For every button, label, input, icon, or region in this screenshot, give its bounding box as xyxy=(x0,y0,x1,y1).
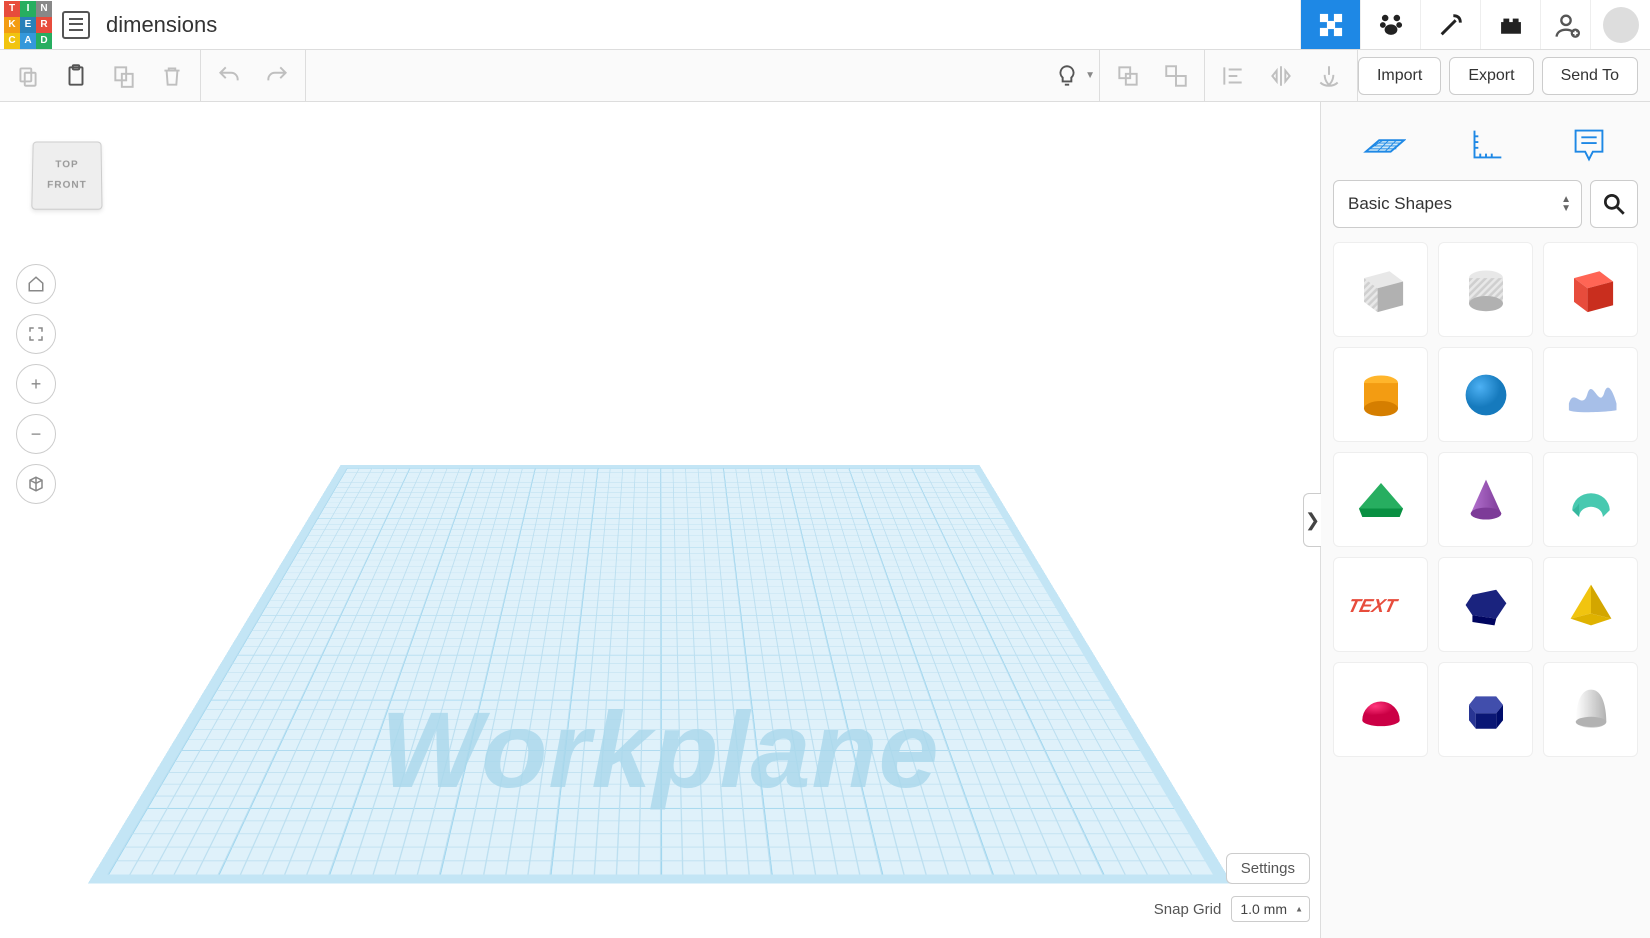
paste-button[interactable] xyxy=(52,54,100,98)
grid-icon xyxy=(1317,11,1345,39)
viewcube-top-label: TOP xyxy=(55,160,78,171)
ungroup-button[interactable] xyxy=(1152,54,1200,98)
group-button[interactable] xyxy=(1104,54,1152,98)
shape-text[interactable]: TEXT xyxy=(1333,557,1428,652)
workplane-grid[interactable] xyxy=(88,465,1232,883)
shape-hex-prism[interactable] xyxy=(1438,662,1533,757)
ruler-tab-icon xyxy=(1463,121,1509,167)
select-arrows-icon: ▲▼ xyxy=(1561,195,1571,213)
trash-icon xyxy=(159,63,185,89)
shape-scribble[interactable] xyxy=(1543,347,1638,442)
shape-pyramid[interactable] xyxy=(1543,557,1638,652)
paw-icon xyxy=(1377,11,1405,39)
shape-category-select[interactable]: Basic Shapes ▲▼ xyxy=(1333,180,1582,228)
shape-half-sphere[interactable] xyxy=(1333,662,1428,757)
dropdown-caret: ▼ xyxy=(1085,70,1095,81)
tab-workplane[interactable] xyxy=(1355,116,1411,172)
pickaxe-icon xyxy=(1437,11,1465,39)
plus-icon: + xyxy=(31,374,42,395)
import-button[interactable]: Import xyxy=(1358,57,1441,95)
shape-box-red[interactable] xyxy=(1543,242,1638,337)
svg-text:TEXT: TEXT xyxy=(1347,596,1400,617)
app-header: TIN KER CAD dimensions xyxy=(0,0,1650,50)
export-button[interactable]: Export xyxy=(1449,57,1533,95)
invite-user-button[interactable] xyxy=(1540,0,1590,49)
workplane-container: Workplane xyxy=(145,290,1175,850)
duplicate-button[interactable] xyxy=(100,54,148,98)
home-view-button[interactable] xyxy=(16,264,56,304)
view-cube[interactable]: TOP FRONT xyxy=(32,140,112,226)
shape-category-label: Basic Shapes xyxy=(1348,194,1452,214)
undo-button[interactable] xyxy=(205,54,253,98)
cruise-icon xyxy=(1316,63,1342,89)
settings-button[interactable]: Settings xyxy=(1226,853,1310,884)
shape-paraboloid[interactable] xyxy=(1543,662,1638,757)
shape-sphere[interactable] xyxy=(1438,347,1533,442)
user-plus-icon xyxy=(1552,11,1580,39)
mirror-button[interactable] xyxy=(1257,54,1305,98)
document-title[interactable]: dimensions xyxy=(106,12,217,38)
header-mode-switch xyxy=(1300,0,1650,49)
shape-cone[interactable] xyxy=(1438,452,1533,547)
search-icon xyxy=(1601,191,1627,217)
redo-icon xyxy=(264,63,290,89)
mode-bricks[interactable] xyxy=(1480,0,1540,49)
fit-view-button[interactable] xyxy=(16,314,56,354)
send-to-button[interactable]: Send To xyxy=(1542,57,1638,95)
undo-icon xyxy=(216,63,242,89)
ortho-view-button[interactable] xyxy=(16,464,56,504)
align-button[interactable] xyxy=(1209,54,1257,98)
duplicate-icon xyxy=(111,63,137,89)
viewcube-front-label: FRONT xyxy=(47,180,87,191)
delete-button[interactable] xyxy=(148,54,196,98)
redo-button[interactable] xyxy=(253,54,301,98)
shape-grid: TEXT xyxy=(1321,238,1650,938)
zoom-out-button[interactable]: − xyxy=(16,414,56,454)
panel-tabs xyxy=(1321,102,1650,180)
snap-grid-row: Snap Grid 1.0 mm xyxy=(1154,896,1310,922)
user-avatar[interactable] xyxy=(1590,0,1650,49)
design-list-icon[interactable] xyxy=(62,11,90,39)
main-toolbar: ▼ Import Export Send To xyxy=(0,50,1650,102)
snap-grid-label: Snap Grid xyxy=(1154,901,1222,918)
brick-icon xyxy=(1497,11,1525,39)
shape-cylinder-hole[interactable] xyxy=(1438,242,1533,337)
copy-icon xyxy=(15,63,41,89)
mode-3d-design[interactable] xyxy=(1300,0,1360,49)
fit-icon xyxy=(27,325,45,343)
ungroup-icon xyxy=(1163,63,1189,89)
mode-codeblocks[interactable] xyxy=(1420,0,1480,49)
paste-icon xyxy=(63,63,89,89)
mirror-icon xyxy=(1268,63,1294,89)
shape-search-button[interactable] xyxy=(1590,180,1638,228)
zoom-in-button[interactable]: + xyxy=(16,364,56,404)
mode-circuits[interactable] xyxy=(1360,0,1420,49)
note-tab-icon xyxy=(1566,121,1612,167)
shape-box-hole[interactable] xyxy=(1333,242,1428,337)
tinkercad-logo[interactable]: TIN KER CAD xyxy=(4,1,52,49)
snap-grid-select[interactable]: 1.0 mm xyxy=(1231,896,1310,922)
canvas-viewport[interactable]: Workplane xyxy=(0,102,1320,938)
visibility-button[interactable] xyxy=(1043,54,1091,98)
cube-icon xyxy=(27,475,45,493)
tab-notes[interactable] xyxy=(1561,116,1617,172)
shape-roof[interactable] xyxy=(1333,452,1428,547)
shape-cylinder[interactable] xyxy=(1333,347,1428,442)
group-icon xyxy=(1115,63,1141,89)
bulb-icon xyxy=(1054,63,1080,89)
copy-button[interactable] xyxy=(4,54,52,98)
workplane-tab-icon xyxy=(1360,121,1406,167)
panel-collapse-handle[interactable]: ❯ xyxy=(1303,493,1321,547)
cruise-button[interactable] xyxy=(1305,54,1353,98)
home-icon xyxy=(27,275,45,293)
shape-polygon[interactable] xyxy=(1438,557,1533,652)
minus-icon: − xyxy=(31,424,42,445)
view-controls: + − xyxy=(16,264,56,504)
tab-ruler[interactable] xyxy=(1458,116,1514,172)
shapes-panel: ❯ Basic Shapes ▲▼ xyxy=(1320,102,1650,938)
align-icon xyxy=(1220,63,1246,89)
shape-round-roof[interactable] xyxy=(1543,452,1638,547)
